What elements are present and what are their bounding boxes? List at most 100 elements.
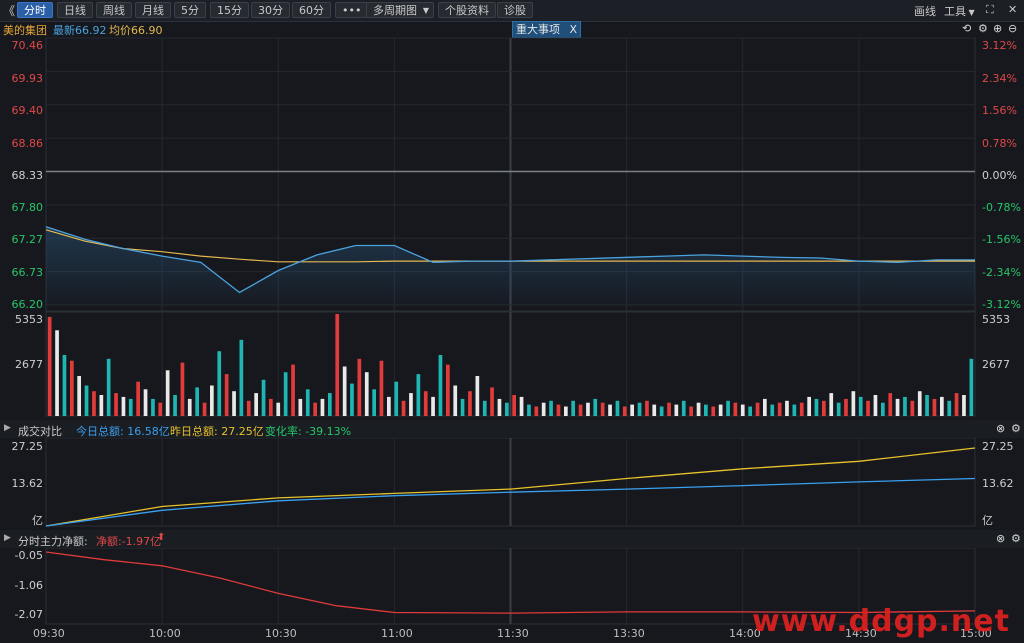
volume-bar (925, 395, 929, 416)
volume-bar (335, 314, 340, 416)
pct-label: 2.34% (982, 72, 1017, 85)
flow-mid-label: -1.06 (14, 579, 43, 592)
volume-bar (165, 370, 170, 416)
volume-bar (92, 391, 96, 416)
volume-bar (785, 400, 789, 416)
turnover-title: 成交对比 (18, 425, 62, 438)
pct-label: -0.78% (982, 201, 1021, 214)
volume-mid-label: 2677 (15, 358, 43, 371)
volume-bar (187, 398, 192, 416)
volume-bar (844, 398, 848, 416)
volume-bar (136, 381, 140, 416)
volume-bar (77, 376, 81, 416)
volume-bar (106, 358, 111, 416)
volume-bar (232, 391, 236, 416)
volume-bar (962, 395, 966, 416)
volume-bar (608, 404, 612, 416)
volume-bar (519, 396, 524, 416)
volume-bar (689, 406, 693, 416)
time-label: 09:30 (33, 627, 65, 640)
volume-bar (541, 402, 546, 416)
volume-bar (394, 381, 399, 416)
price-label: 68.33 (11, 169, 44, 182)
pct-label: -1.56% (982, 233, 1021, 246)
close-icon[interactable]: ⊗ (996, 532, 1005, 545)
volume-bar (932, 398, 937, 416)
volume-bar (711, 406, 716, 416)
price-label: 69.93 (11, 72, 44, 85)
volume-bar (55, 330, 59, 416)
volume-bar (158, 402, 163, 416)
flow-top-label: -0.05 (14, 549, 43, 562)
volume-bar (372, 389, 376, 416)
volume-bar (261, 379, 266, 416)
volume-bar (342, 366, 347, 416)
volume-bar (128, 398, 133, 416)
volume-bar (586, 402, 590, 416)
volume-bar (460, 398, 465, 416)
volume-bar (622, 406, 627, 416)
gear-icon[interactable]: ⚙ (1011, 422, 1021, 435)
turnover-unit-label: 亿 (32, 514, 43, 527)
pct-label: -3.12% (982, 298, 1021, 311)
volume-bar (652, 404, 657, 416)
volume-bar (829, 393, 834, 416)
volume-bar (431, 396, 435, 416)
volume-bar (246, 400, 251, 416)
volume-bar (475, 376, 480, 416)
volume-bar (47, 316, 52, 416)
volume-bar (659, 406, 664, 416)
volume-bar (667, 402, 671, 416)
volume-bar (239, 339, 244, 416)
volume-bar (379, 360, 384, 416)
volume-bar (726, 400, 730, 416)
volume-bar (291, 364, 295, 416)
volume-bar (320, 398, 325, 416)
volume-bar (836, 402, 841, 416)
volume-bar (600, 402, 605, 416)
volume-bar (84, 385, 89, 416)
volume-bar (497, 398, 502, 416)
flow-bottom-label: -2.07 (14, 608, 43, 621)
volume-bar (446, 364, 450, 416)
volume-bar (217, 351, 222, 416)
volume-bar (313, 402, 317, 416)
volume-bar (645, 400, 649, 416)
volume-bar (740, 404, 745, 416)
volume-bar (70, 360, 74, 416)
volume-bar (947, 400, 952, 416)
volume-bar (593, 398, 598, 416)
volume-bar (895, 398, 900, 416)
turnover-mid-label: 13.62 (11, 477, 44, 490)
volume-bar (350, 383, 354, 416)
volume-bar (416, 374, 421, 416)
collapse-icon[interactable]: ▶ (4, 533, 11, 543)
collapse-icon[interactable]: ▶ (4, 423, 11, 433)
volume-bar (202, 402, 207, 416)
volume-bar (637, 402, 642, 416)
change-rate: 变化率: -39.13% (265, 425, 352, 438)
close-icon[interactable]: ⊗ (996, 422, 1005, 435)
flow-title: 分时主力净额: (18, 535, 88, 548)
yesterday-total: 昨日总额: 27.25亿 (170, 425, 264, 438)
price-label: 68.86 (11, 137, 44, 150)
time-label: 11:30 (497, 627, 529, 640)
gear-icon[interactable]: ⚙ (1011, 532, 1021, 545)
volume-bar (254, 393, 258, 416)
time-label: 11:00 (381, 627, 413, 640)
volume-bar (387, 396, 391, 416)
volume-bar (298, 398, 303, 416)
volume-bar (807, 396, 811, 416)
volume-bar (62, 355, 67, 416)
volume-bar (224, 374, 229, 416)
volume-bar (940, 396, 944, 416)
volume-bar (578, 404, 583, 416)
volume-bar (438, 355, 443, 416)
pct-label: 3.12% (982, 39, 1017, 52)
volume-bar (770, 404, 775, 416)
volume-bar (873, 395, 878, 416)
pct-label: 0.78% (982, 137, 1017, 150)
volume-bar (114, 393, 118, 416)
volume-bar (173, 395, 177, 416)
volume-bar (858, 396, 863, 416)
